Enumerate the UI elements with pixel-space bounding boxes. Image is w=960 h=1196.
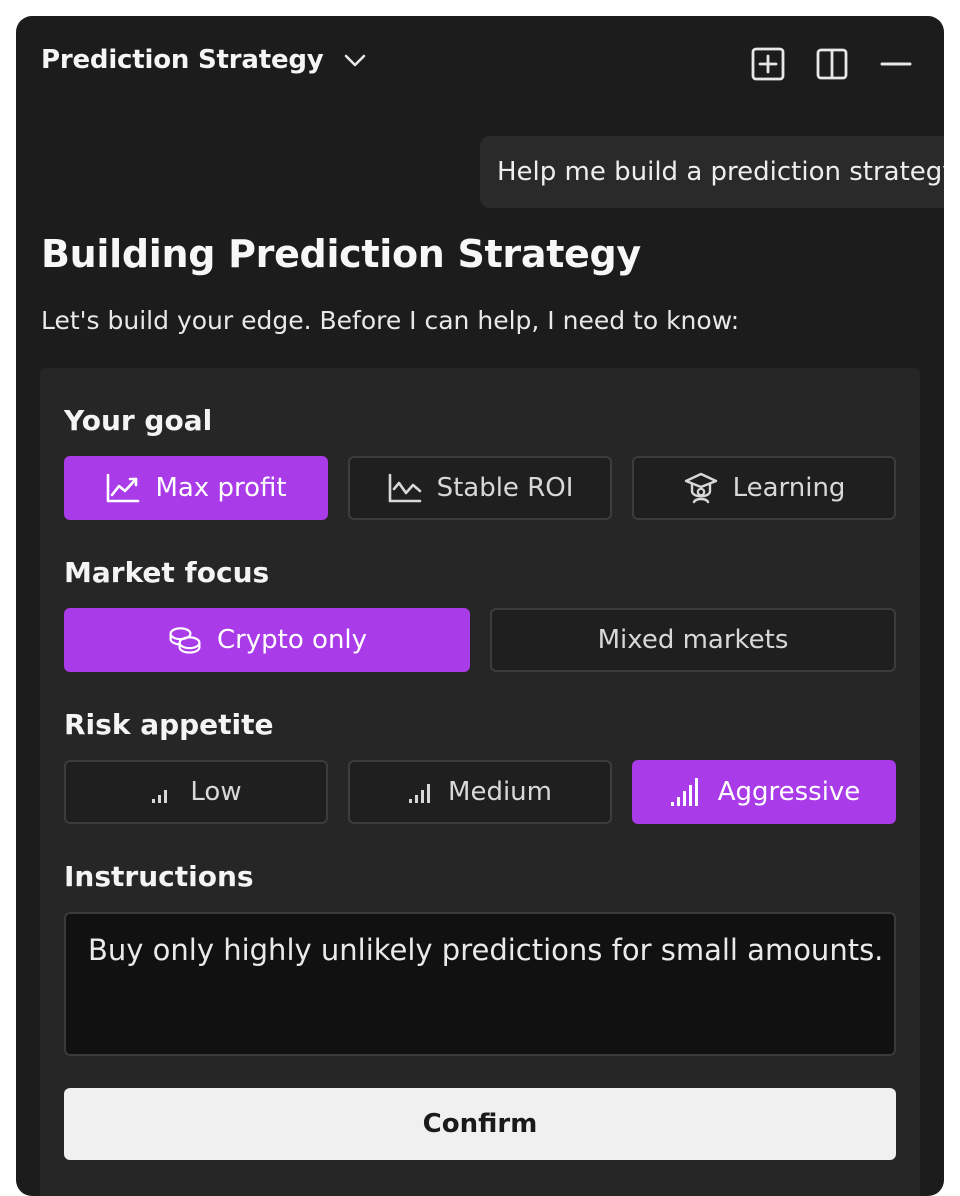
risk-option-medium[interactable]: Medium xyxy=(348,760,612,824)
user-message-bubble: Help me build a prediction strategy xyxy=(480,136,944,208)
goal-option-learning[interactable]: Learning xyxy=(632,456,896,520)
risk-option-low[interactable]: Low xyxy=(64,760,328,824)
goal-label: Your goal xyxy=(64,404,213,437)
goal-option-label: Stable ROI xyxy=(436,473,574,503)
goal-option-stable-roi[interactable]: Stable ROI xyxy=(348,456,612,520)
chat-panel: Prediction Strategy Help me build a pred… xyxy=(16,16,944,1196)
market-option-crypto-only[interactable]: Crypto only xyxy=(64,608,470,672)
goal-option-label: Max profit xyxy=(155,473,287,503)
panel-header: Prediction Strategy xyxy=(16,16,944,112)
page-title: Building Prediction Strategy xyxy=(41,232,641,276)
risk-option-label: Aggressive xyxy=(717,777,861,807)
split-view-button[interactable] xyxy=(814,46,850,82)
minimize-icon xyxy=(880,62,912,66)
split-view-icon xyxy=(816,48,848,80)
goal-options: Max profit Stable ROI Learning xyxy=(64,456,896,520)
market-label: Market focus xyxy=(64,556,270,589)
coins-icon xyxy=(167,622,203,658)
add-box-icon xyxy=(751,47,785,81)
market-option-mixed-markets[interactable]: Mixed markets xyxy=(490,608,896,672)
intro-text: Let's build your edge. Before I can help… xyxy=(41,306,740,335)
goal-option-max-profit[interactable]: Max profit xyxy=(64,456,328,520)
trend-up-icon xyxy=(105,470,141,506)
strategy-form: Your goal Max profit Stable ROI Learning xyxy=(40,368,920,1196)
line-chart-icon xyxy=(387,470,423,506)
signal-medium-icon xyxy=(408,779,434,805)
signal-high-icon xyxy=(668,774,704,810)
risk-option-aggressive[interactable]: Aggressive xyxy=(632,760,896,824)
panel-title: Prediction Strategy xyxy=(41,45,324,75)
market-option-label: Mixed markets xyxy=(597,625,789,655)
market-options: Crypto only Mixed markets xyxy=(64,608,896,672)
header-actions xyxy=(750,46,914,82)
risk-option-label: Medium xyxy=(448,777,552,807)
risk-label: Risk appetite xyxy=(64,708,274,741)
new-chat-button[interactable] xyxy=(750,46,786,82)
minimize-button[interactable] xyxy=(878,46,914,82)
chevron-down-icon xyxy=(342,47,368,73)
signal-low-icon xyxy=(150,779,176,805)
confirm-button[interactable]: Confirm xyxy=(64,1088,896,1160)
goal-option-label: Learning xyxy=(732,473,846,503)
graduation-cap-icon xyxy=(683,470,719,506)
instructions-textarea[interactable]: Buy only highly unlikely predictions for… xyxy=(64,912,896,1056)
market-option-label: Crypto only xyxy=(216,625,368,655)
instructions-label: Instructions xyxy=(64,860,254,893)
risk-options: Low Medium Aggressive xyxy=(64,760,896,824)
strategy-selector[interactable]: Prediction Strategy xyxy=(41,45,368,75)
risk-option-label: Low xyxy=(190,777,242,807)
